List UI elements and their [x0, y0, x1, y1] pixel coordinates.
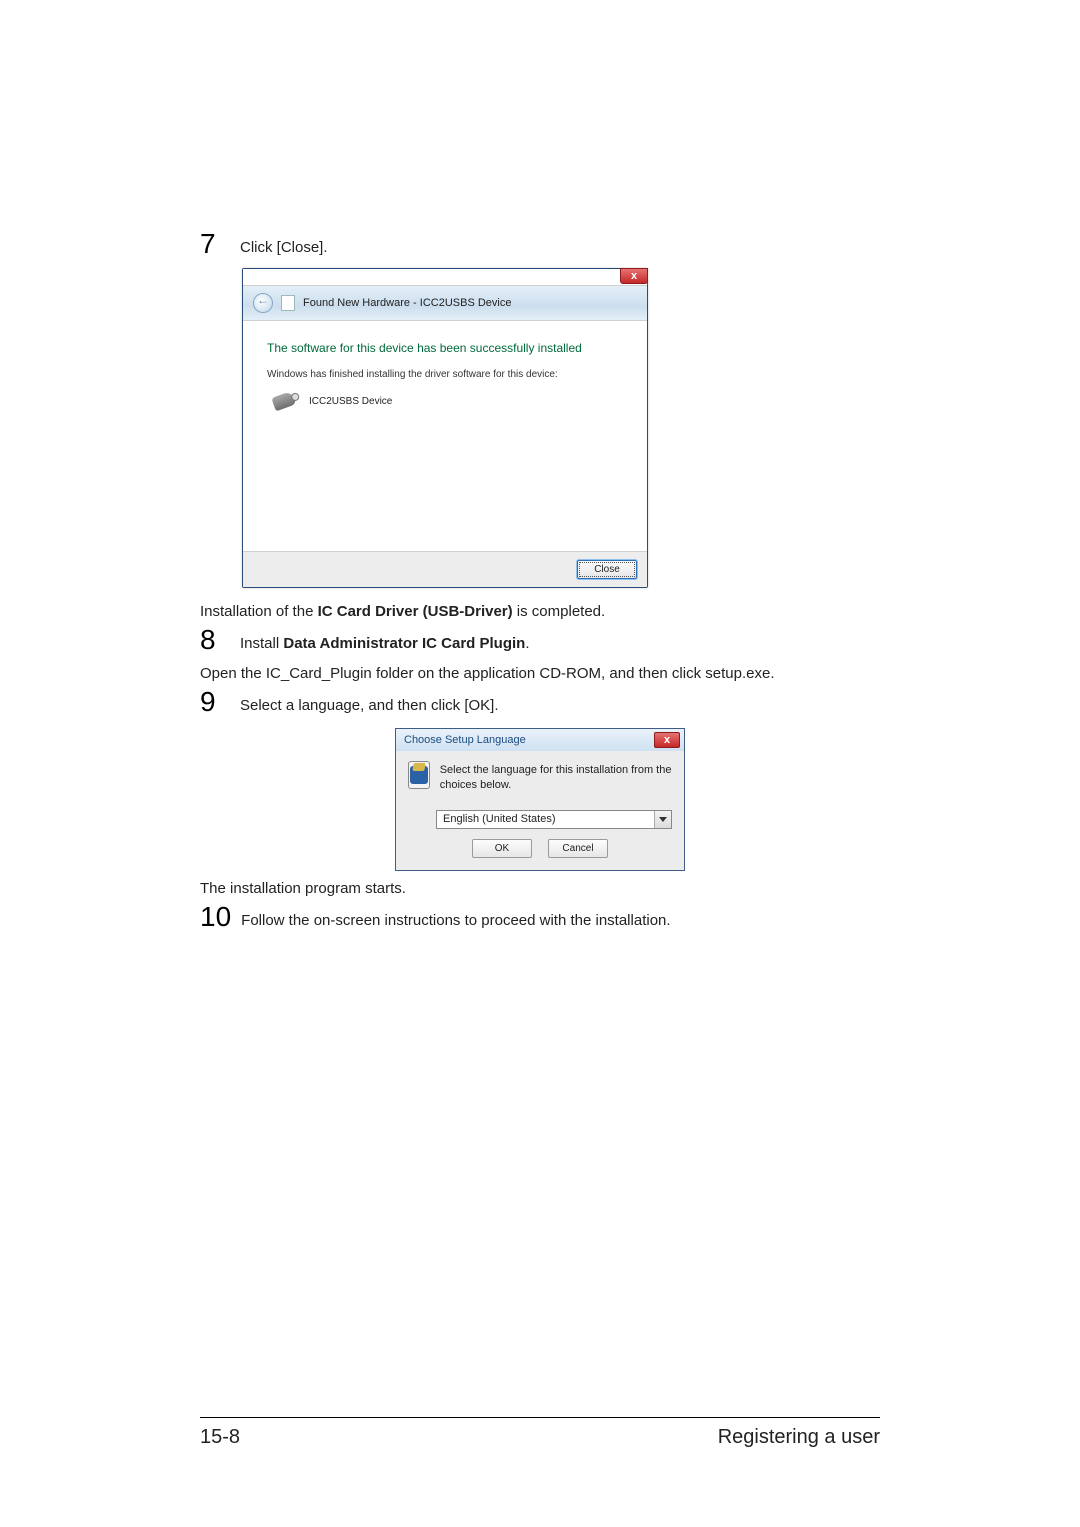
dialog-subtext: Windows has finished installing the driv…: [267, 369, 623, 380]
cancel-button[interactable]: Cancel: [548, 839, 608, 858]
dialog-title: Choose Setup Language: [404, 734, 526, 746]
open-plugin-line: Open the IC_Card_Plugin folder on the ap…: [200, 662, 880, 686]
step-text: Install Data Administrator IC Card Plugi…: [240, 626, 530, 656]
close-icon[interactable]: x: [620, 268, 648, 284]
step-number: 9: [200, 688, 230, 716]
driver-name: IC Card Driver (USB-Driver): [318, 603, 513, 620]
language-select[interactable]: English (United States): [436, 810, 672, 829]
install-completed-line: Installation of the IC Card Driver (USB-…: [200, 600, 880, 624]
device-icon: [271, 391, 296, 412]
text: is completed.: [513, 603, 606, 620]
dialog-body: The software for this device has been su…: [243, 321, 647, 551]
section-title: Registering a user: [718, 1426, 880, 1449]
titlebar: Choose Setup Language x: [396, 729, 684, 751]
step-text: Click [Close].: [240, 230, 328, 260]
device-name: ICC2USBS Device: [309, 396, 392, 407]
text: Install: [240, 635, 283, 652]
dialog-title: Found New Hardware - ICC2USBS Device: [303, 297, 511, 309]
device-row: ICC2USBS Device: [267, 394, 623, 408]
text: .: [525, 635, 529, 652]
titlebar: x: [243, 269, 647, 285]
setup-icon: [408, 761, 430, 789]
dialog-heading: The software for this device has been su…: [267, 341, 623, 355]
step-number: 10: [200, 903, 231, 931]
step-number: 7: [200, 230, 230, 258]
close-icon[interactable]: x: [654, 732, 680, 748]
dialog-header: Found New Hardware - ICC2USBS Device: [243, 285, 647, 321]
back-icon[interactable]: [253, 293, 273, 313]
ok-button[interactable]: OK: [472, 839, 532, 858]
page-icon: [281, 295, 295, 311]
selected-value: English (United States): [443, 813, 556, 825]
plugin-name: Data Administrator IC Card Plugin: [283, 635, 525, 652]
page-footer: 15-8 Registering a user: [200, 1417, 880, 1449]
footer-row: 15-8 Registering a user: [200, 1426, 880, 1449]
page: 7 Click [Close]. x Found New Hardware - …: [0, 0, 1080, 1527]
found-new-hardware-dialog: x Found New Hardware - ICC2USBS Device T…: [242, 268, 648, 588]
step-text: Select a language, and then click [OK].: [240, 688, 499, 718]
install-starts-line: The installation program starts.: [200, 877, 880, 901]
step-10: 10 Follow the on-screen instructions to …: [200, 903, 880, 933]
step-9: 9 Select a language, and then click [OK]…: [200, 688, 880, 718]
choose-language-dialog: Choose Setup Language x Select the langu…: [395, 728, 685, 871]
step-8: 8 Install Data Administrator IC Card Plu…: [200, 626, 880, 656]
footer-divider: [200, 1417, 880, 1418]
button-row: OK Cancel: [408, 839, 672, 858]
chevron-down-icon[interactable]: [654, 811, 671, 828]
close-button[interactable]: Close: [577, 560, 637, 579]
dialog-footer: Close: [243, 551, 647, 587]
dialog-body: Select the language for this installatio…: [396, 751, 684, 870]
step-7: 7 Click [Close].: [200, 230, 880, 260]
step-number: 8: [200, 626, 230, 654]
message-row: Select the language for this installatio…: [408, 761, 672, 794]
text: Installation of the: [200, 603, 318, 620]
step-text: Follow the on-screen instructions to pro…: [241, 903, 670, 933]
dialog-message: Select the language for this installatio…: [440, 761, 672, 794]
page-number: 15-8: [200, 1426, 240, 1449]
